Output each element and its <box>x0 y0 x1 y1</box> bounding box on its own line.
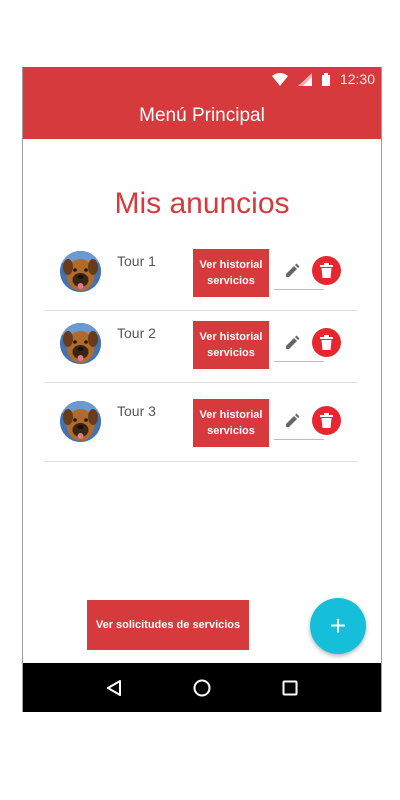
app-title: Menú Principal <box>139 105 265 126</box>
trash-icon <box>320 263 333 278</box>
delete-button[interactable] <box>312 256 341 285</box>
edit-field-underline <box>274 289 324 290</box>
navigation-bar <box>23 663 381 712</box>
edit-icon[interactable] <box>284 263 300 279</box>
edit-icon[interactable] <box>284 413 300 429</box>
app-bar: Menú Principal <box>23 93 381 139</box>
ad-title: Tour 2 <box>117 325 156 341</box>
status-bar: 12:30 <box>23 67 381 93</box>
view-history-button[interactable]: Ver historial servicios <box>193 321 269 369</box>
plus-icon: + <box>329 610 347 641</box>
ad-title: Tour 1 <box>117 253 156 269</box>
view-history-button[interactable]: Ver historial servicios <box>193 249 269 297</box>
ads-list: Tour 1 Ver historial servicios Tour 2 Ve… <box>44 239 358 462</box>
view-requests-button[interactable]: Ver solicitudes de servicios <box>87 600 249 650</box>
wifi-icon <box>271 72 288 86</box>
status-time: 12:30 <box>339 71 375 87</box>
page-title: Mis anuncios <box>114 187 290 220</box>
delete-button[interactable] <box>312 328 341 357</box>
edit-field-underline <box>274 361 324 362</box>
view-history-button[interactable]: Ver historial servicios <box>193 399 269 447</box>
add-button[interactable]: + <box>310 598 366 654</box>
home-icon[interactable] <box>193 679 211 697</box>
dog-photo <box>60 251 101 292</box>
recents-icon[interactable] <box>282 680 298 696</box>
phone-screen: 12:30 Menú Principal Mis anuncios Tour 1… <box>22 67 382 712</box>
trash-icon <box>320 413 333 428</box>
battery-icon <box>321 72 330 86</box>
dog-photo <box>60 401 101 442</box>
back-icon[interactable] <box>106 679 122 696</box>
ad-title: Tour 3 <box>117 403 156 419</box>
avatar[interactable] <box>60 251 101 292</box>
avatar[interactable] <box>60 401 101 442</box>
dog-photo <box>60 323 101 364</box>
list-item: Tour 3 Ver historial servicios <box>44 383 358 462</box>
edit-icon[interactable] <box>284 335 300 351</box>
edit-field-underline <box>274 439 324 440</box>
list-item: Tour 1 Ver historial servicios <box>44 239 358 311</box>
list-item: Tour 2 Ver historial servicios <box>44 311 358 383</box>
delete-button[interactable] <box>312 406 341 435</box>
avatar[interactable] <box>60 323 101 364</box>
signal-icon <box>297 72 312 86</box>
trash-icon <box>320 335 333 350</box>
